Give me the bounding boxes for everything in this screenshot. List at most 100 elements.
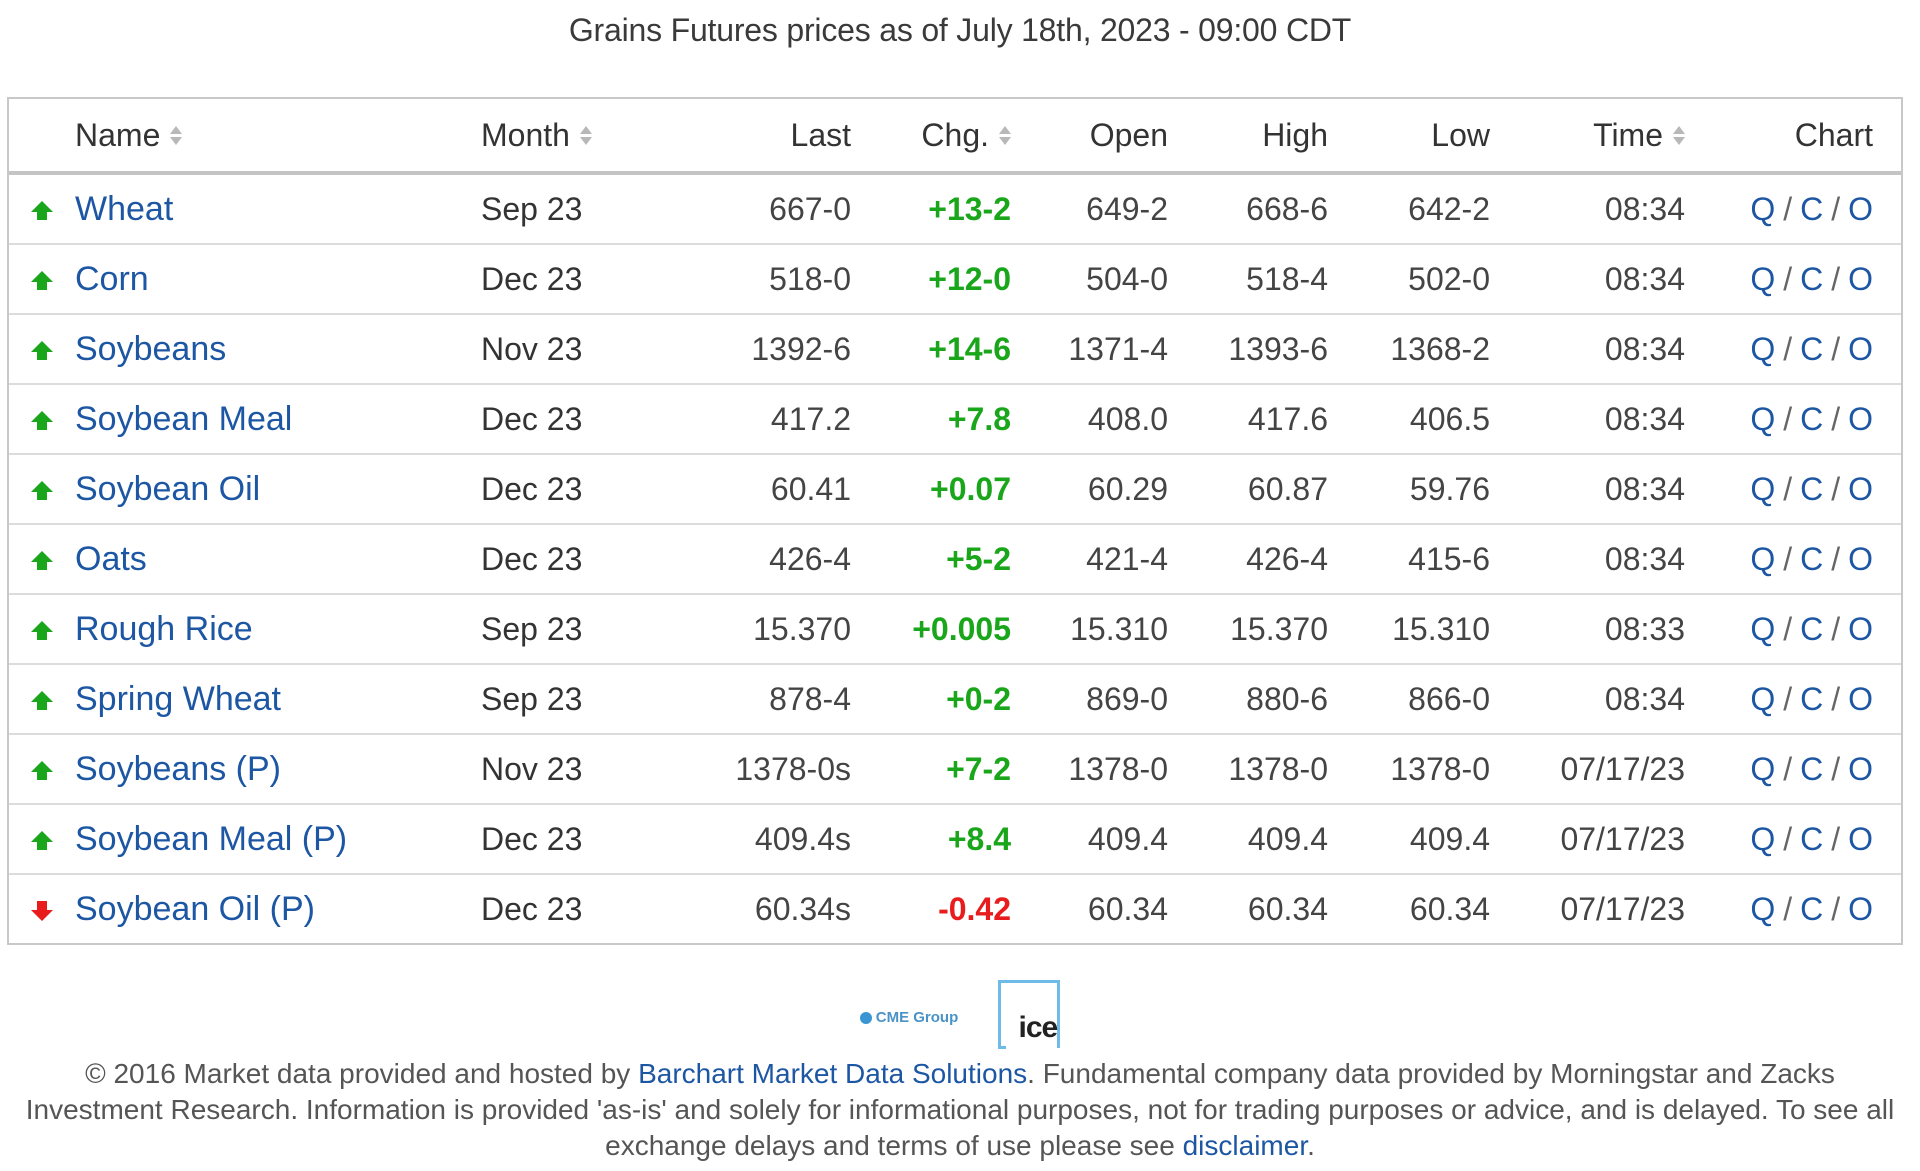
month-cell: Nov 23 — [469, 734, 671, 805]
chart-link-c[interactable]: C — [1800, 891, 1823, 927]
low-cell: 1368-2 — [1328, 314, 1490, 385]
chart-link-q[interactable]: Q — [1750, 191, 1775, 227]
arrow-up-icon — [31, 761, 53, 781]
chart-link-c[interactable]: C — [1800, 401, 1823, 437]
chart-link-separator: / — [1831, 680, 1841, 717]
chart-link-c[interactable]: C — [1800, 331, 1823, 367]
sort-icon[interactable] — [1673, 123, 1685, 147]
chart-link-c[interactable]: C — [1800, 191, 1823, 227]
ice-logo-text: ice — [1016, 1011, 1058, 1044]
chart-link-q[interactable]: Q — [1750, 541, 1775, 577]
chart-link-c[interactable]: C — [1800, 611, 1823, 647]
instrument-link[interactable]: Soybean Meal — [75, 400, 292, 438]
chart-link-o[interactable]: O — [1848, 331, 1873, 367]
instrument-link[interactable]: Soybeans (P) — [75, 750, 281, 788]
chart-link-o[interactable]: O — [1848, 751, 1873, 787]
last-cell: 1392-6 — [671, 314, 851, 385]
chart-link-separator: / — [1783, 750, 1793, 787]
table-row: Spring Wheat Sep 23 878-4 +0-2 869-0 880-6 866… — [9, 664, 1901, 735]
chart-link-o[interactable]: O — [1848, 191, 1873, 227]
time-cell: 07/17/23 — [1490, 734, 1685, 805]
last-cell: 1378-0s — [671, 734, 851, 805]
chart-link-o[interactable]: O — [1848, 891, 1873, 927]
header-open: Open — [1011, 99, 1168, 175]
chart-link-c[interactable]: C — [1800, 541, 1823, 577]
exchange-logos: CME Group ice — [0, 980, 1920, 1049]
chart-link-separator: / — [1783, 680, 1793, 717]
chart-link-q[interactable]: Q — [1750, 681, 1775, 717]
chart-link-c[interactable]: C — [1800, 261, 1823, 297]
header-high: High — [1168, 99, 1328, 175]
open-cell: 1371-4 — [1011, 314, 1168, 385]
chart-link-separator: / — [1831, 470, 1841, 507]
sort-icon[interactable] — [579, 123, 592, 147]
chart-link-q[interactable]: Q — [1750, 611, 1775, 647]
chart-link-separator: / — [1831, 540, 1841, 577]
table-row: Soybeans (P) Nov 23 1378-0s +7-2 1378-0 1378-… — [9, 734, 1901, 805]
sort-icon[interactable] — [999, 123, 1011, 147]
chart-link-o[interactable]: O — [1848, 261, 1873, 297]
header-month-label: Month — [481, 116, 570, 153]
direction-cell — [9, 244, 75, 315]
instrument-link[interactable]: Rough Rice — [75, 610, 253, 648]
last-cell: 878-4 — [671, 664, 851, 735]
change-cell: +13-2 — [851, 173, 1011, 245]
sort-icon[interactable] — [170, 123, 183, 147]
chart-link-o[interactable]: O — [1848, 471, 1873, 507]
last-cell: 15.370 — [671, 594, 851, 665]
last-cell: 426-4 — [671, 524, 851, 595]
chart-link-q[interactable]: Q — [1750, 821, 1775, 857]
header-chg[interactable]: Chg. — [851, 99, 1011, 175]
open-cell: 421-4 — [1011, 524, 1168, 595]
instrument-link[interactable]: Wheat — [75, 190, 173, 228]
direction-cell — [9, 594, 75, 665]
month-cell: Dec 23 — [469, 454, 671, 525]
direction-cell — [9, 804, 75, 875]
ice-logo-corner — [998, 1046, 1007, 1049]
chart-link-q[interactable]: Q — [1750, 471, 1775, 507]
chart-link-separator: / — [1831, 610, 1841, 647]
disclaimer-link[interactable]: disclaimer — [1183, 1130, 1307, 1161]
chart-link-o[interactable]: O — [1848, 541, 1873, 577]
table-row: Rough Rice Sep 23 15.370 +0.005 15.310 15.370… — [9, 594, 1901, 665]
chart-link-q[interactable]: Q — [1750, 891, 1775, 927]
chart-link-o[interactable]: O — [1848, 681, 1873, 717]
header-time[interactable]: Time — [1490, 99, 1685, 175]
chart-link-q[interactable]: Q — [1750, 751, 1775, 787]
last-cell: 667-0 — [671, 173, 851, 245]
instrument-link[interactable]: Soybean Meal (P) — [75, 820, 347, 858]
arrow-up-icon — [31, 831, 53, 851]
instrument-link[interactable]: Soybeans — [75, 330, 226, 368]
chart-links-cell: Q / C / O — [1685, 874, 1901, 943]
chart-link-q[interactable]: Q — [1750, 261, 1775, 297]
chart-links-cell: Q / C / O — [1685, 804, 1901, 875]
barchart-link[interactable]: Barchart Market Data Solutions — [638, 1058, 1027, 1089]
instrument-link[interactable]: Soybean Oil — [75, 470, 260, 508]
chart-link-q[interactable]: Q — [1750, 401, 1775, 437]
chart-link-c[interactable]: C — [1800, 681, 1823, 717]
chart-link-o[interactable]: O — [1848, 401, 1873, 437]
low-cell: 415-6 — [1328, 524, 1490, 595]
instrument-link[interactable]: Oats — [75, 540, 147, 578]
chart-link-o[interactable]: O — [1848, 611, 1873, 647]
instrument-link[interactable]: Soybean Oil (P) — [75, 890, 315, 928]
direction-cell — [9, 384, 75, 455]
header-month[interactable]: Month — [469, 99, 671, 175]
instrument-link[interactable]: Spring Wheat — [75, 680, 281, 718]
instrument-link[interactable]: Corn — [75, 260, 149, 298]
chart-link-separator: / — [1783, 610, 1793, 647]
chart-links-cell: Q / C / O — [1685, 524, 1901, 595]
cme-globe-icon — [859, 1011, 872, 1024]
chart-link-c[interactable]: C — [1800, 821, 1823, 857]
chart-link-q[interactable]: Q — [1750, 331, 1775, 367]
low-cell: 60.34 — [1409, 890, 1490, 927]
chart-link-o[interactable]: O — [1848, 821, 1873, 857]
low-cell: 406.5 — [1328, 384, 1490, 455]
chart-link-c[interactable]: C — [1800, 751, 1823, 787]
month-cell: Dec 23 — [481, 890, 583, 927]
header-name[interactable]: Name — [75, 99, 469, 175]
change-cell: -0.42 — [938, 890, 1011, 927]
high-cell: 668-6 — [1168, 173, 1328, 245]
chart-link-separator: / — [1831, 330, 1841, 367]
chart-link-c[interactable]: C — [1800, 471, 1823, 507]
